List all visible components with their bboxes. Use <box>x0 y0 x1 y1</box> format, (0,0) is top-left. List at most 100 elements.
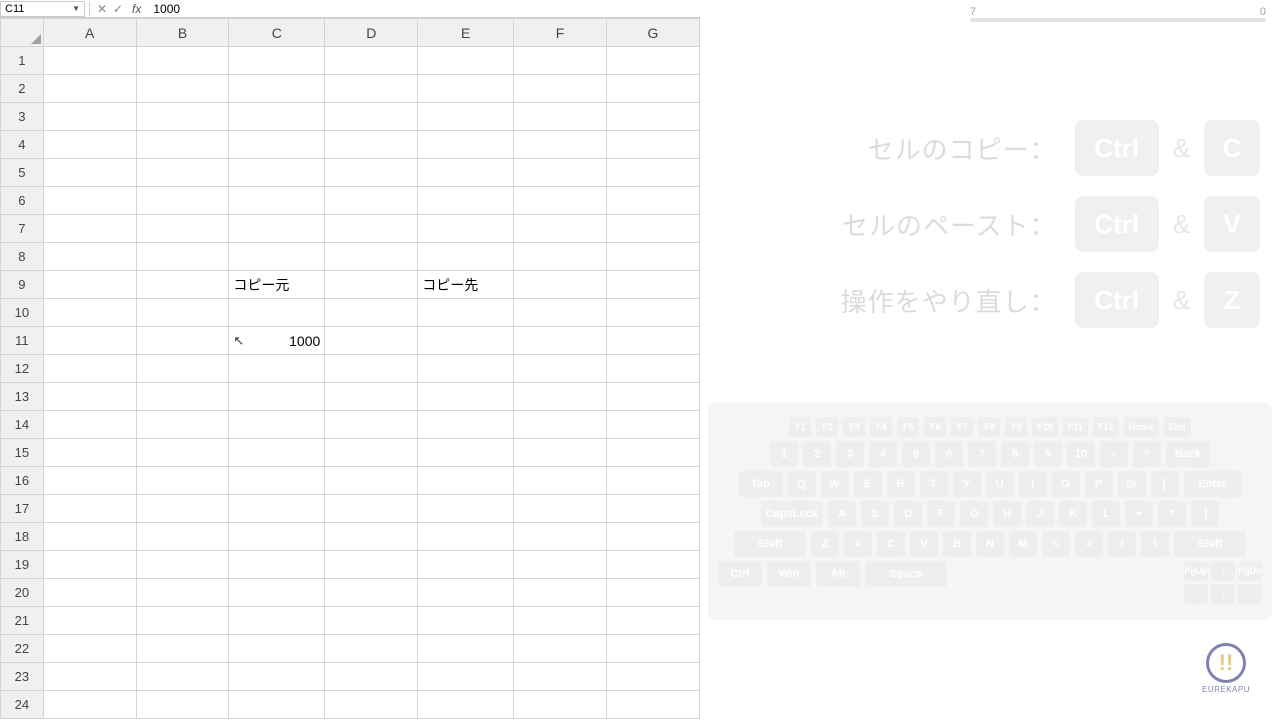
cell-B7[interactable] <box>136 215 229 243</box>
kb-key-L[interactable]: L <box>1092 501 1120 527</box>
cell-G16[interactable] <box>606 467 699 495</box>
cell-F3[interactable] <box>514 103 607 131</box>
cell-G5[interactable] <box>606 159 699 187</box>
cell-G2[interactable] <box>606 75 699 103</box>
cell-C23[interactable] <box>229 663 325 691</box>
kb-key-K[interactable]: K <box>1059 501 1087 527</box>
cell-F5[interactable] <box>514 159 607 187</box>
cell-B10[interactable] <box>136 299 229 327</box>
kb-key-←[interactable]: ← <box>1184 584 1208 604</box>
cell-D12[interactable] <box>325 355 418 383</box>
cell-E21[interactable] <box>418 607 514 635</box>
cell-G15[interactable] <box>606 439 699 467</box>
cell-D13[interactable] <box>325 383 418 411</box>
kb-key-C[interactable]: C <box>877 531 905 557</box>
column-header-C[interactable]: C <box>229 19 325 47</box>
cell-D15[interactable] <box>325 439 418 467</box>
column-header-D[interactable]: D <box>325 19 418 47</box>
kb-key-F9[interactable]: F9 <box>1005 417 1027 437</box>
column-header-F[interactable]: F <box>514 19 607 47</box>
cell-B8[interactable] <box>136 243 229 271</box>
cell-C20[interactable] <box>229 579 325 607</box>
kb-key-Shift[interactable]: Shift <box>734 531 806 557</box>
cell-F14[interactable] <box>514 411 607 439</box>
cell-C8[interactable] <box>229 243 325 271</box>
cell-A6[interactable] <box>43 187 136 215</box>
cell-A9[interactable] <box>43 271 136 299</box>
cell-G12[interactable] <box>606 355 699 383</box>
kb-key-^[interactable]: ^ <box>1133 441 1161 467</box>
cell-E5[interactable] <box>418 159 514 187</box>
cell-E14[interactable] <box>418 411 514 439</box>
cell-G17[interactable] <box>606 495 699 523</box>
cell-C19[interactable] <box>229 551 325 579</box>
row-header-21[interactable]: 21 <box>1 607 44 635</box>
column-header-B[interactable]: B <box>136 19 229 47</box>
kb-key-F5[interactable]: F5 <box>897 417 919 437</box>
kb-key-V[interactable]: V <box>910 531 938 557</box>
cell-A8[interactable] <box>43 243 136 271</box>
cell-A3[interactable] <box>43 103 136 131</box>
kb-key-R[interactable]: R <box>887 471 915 497</box>
cell-G23[interactable] <box>606 663 699 691</box>
cell-G22[interactable] <box>606 635 699 663</box>
row-header-20[interactable]: 20 <box>1 579 44 607</box>
kb-key-F1[interactable]: F1 <box>789 417 811 437</box>
kb-key-6[interactable]: 6 <box>935 441 963 467</box>
cell-G9[interactable] <box>606 271 699 299</box>
kb-key-N[interactable]: N <box>976 531 1004 557</box>
name-box-dropdown-icon[interactable]: ▼ <box>72 4 80 13</box>
cell-D11[interactable] <box>325 327 418 355</box>
kb-key-7[interactable]: 7 <box>968 441 996 467</box>
cell-A23[interactable] <box>43 663 136 691</box>
cell-A14[interactable] <box>43 411 136 439</box>
cell-C14[interactable] <box>229 411 325 439</box>
cell-G21[interactable] <box>606 607 699 635</box>
row-header-23[interactable]: 23 <box>1 663 44 691</box>
cell-C4[interactable] <box>229 131 325 159</box>
column-header-G[interactable]: G <box>606 19 699 47</box>
row-header-1[interactable]: 1 <box>1 47 44 75</box>
cell-A21[interactable] <box>43 607 136 635</box>
cancel-icon[interactable]: ✕ <box>94 2 110 16</box>
cell-A24[interactable] <box>43 691 136 719</box>
cell-C17[interactable] <box>229 495 325 523</box>
cell-F17[interactable] <box>514 495 607 523</box>
cell-A11[interactable] <box>43 327 136 355</box>
cell-E20[interactable] <box>418 579 514 607</box>
cell-B24[interactable] <box>136 691 229 719</box>
cell-E1[interactable] <box>418 47 514 75</box>
kb-key-X[interactable]: X <box>844 531 872 557</box>
cell-G18[interactable] <box>606 523 699 551</box>
cell-B18[interactable] <box>136 523 229 551</box>
cell-B14[interactable] <box>136 411 229 439</box>
cell-C24[interactable] <box>229 691 325 719</box>
kb-key-J[interactable]: J <box>1026 501 1054 527</box>
cell-C6[interactable] <box>229 187 325 215</box>
kb-key-*[interactable]: * <box>1158 501 1186 527</box>
cell-A1[interactable] <box>43 47 136 75</box>
cell-D7[interactable] <box>325 215 418 243</box>
kb-key-F7[interactable]: F7 <box>951 417 973 437</box>
cell-A16[interactable] <box>43 467 136 495</box>
kb-key-][interactable]: ] <box>1191 501 1219 527</box>
cell-C9[interactable]: コピー元 <box>229 271 325 299</box>
cell-D9[interactable] <box>325 271 418 299</box>
confirm-icon[interactable]: ✓ <box>110 2 126 16</box>
cell-F6[interactable] <box>514 187 607 215</box>
cell-E24[interactable] <box>418 691 514 719</box>
cell-F23[interactable] <box>514 663 607 691</box>
cell-B17[interactable] <box>136 495 229 523</box>
kb-key-→[interactable]: → <box>1238 584 1262 604</box>
cell-A13[interactable] <box>43 383 136 411</box>
cell-B20[interactable] <box>136 579 229 607</box>
kb-key-8[interactable]: 8 <box>1001 441 1029 467</box>
cell-B1[interactable] <box>136 47 229 75</box>
kb-key-End[interactable]: End <box>1164 417 1191 437</box>
cell-C12[interactable] <box>229 355 325 383</box>
cell-E15[interactable] <box>418 439 514 467</box>
cell-F8[interactable] <box>514 243 607 271</box>
cell-E7[interactable] <box>418 215 514 243</box>
cell-G24[interactable] <box>606 691 699 719</box>
cell-E6[interactable] <box>418 187 514 215</box>
